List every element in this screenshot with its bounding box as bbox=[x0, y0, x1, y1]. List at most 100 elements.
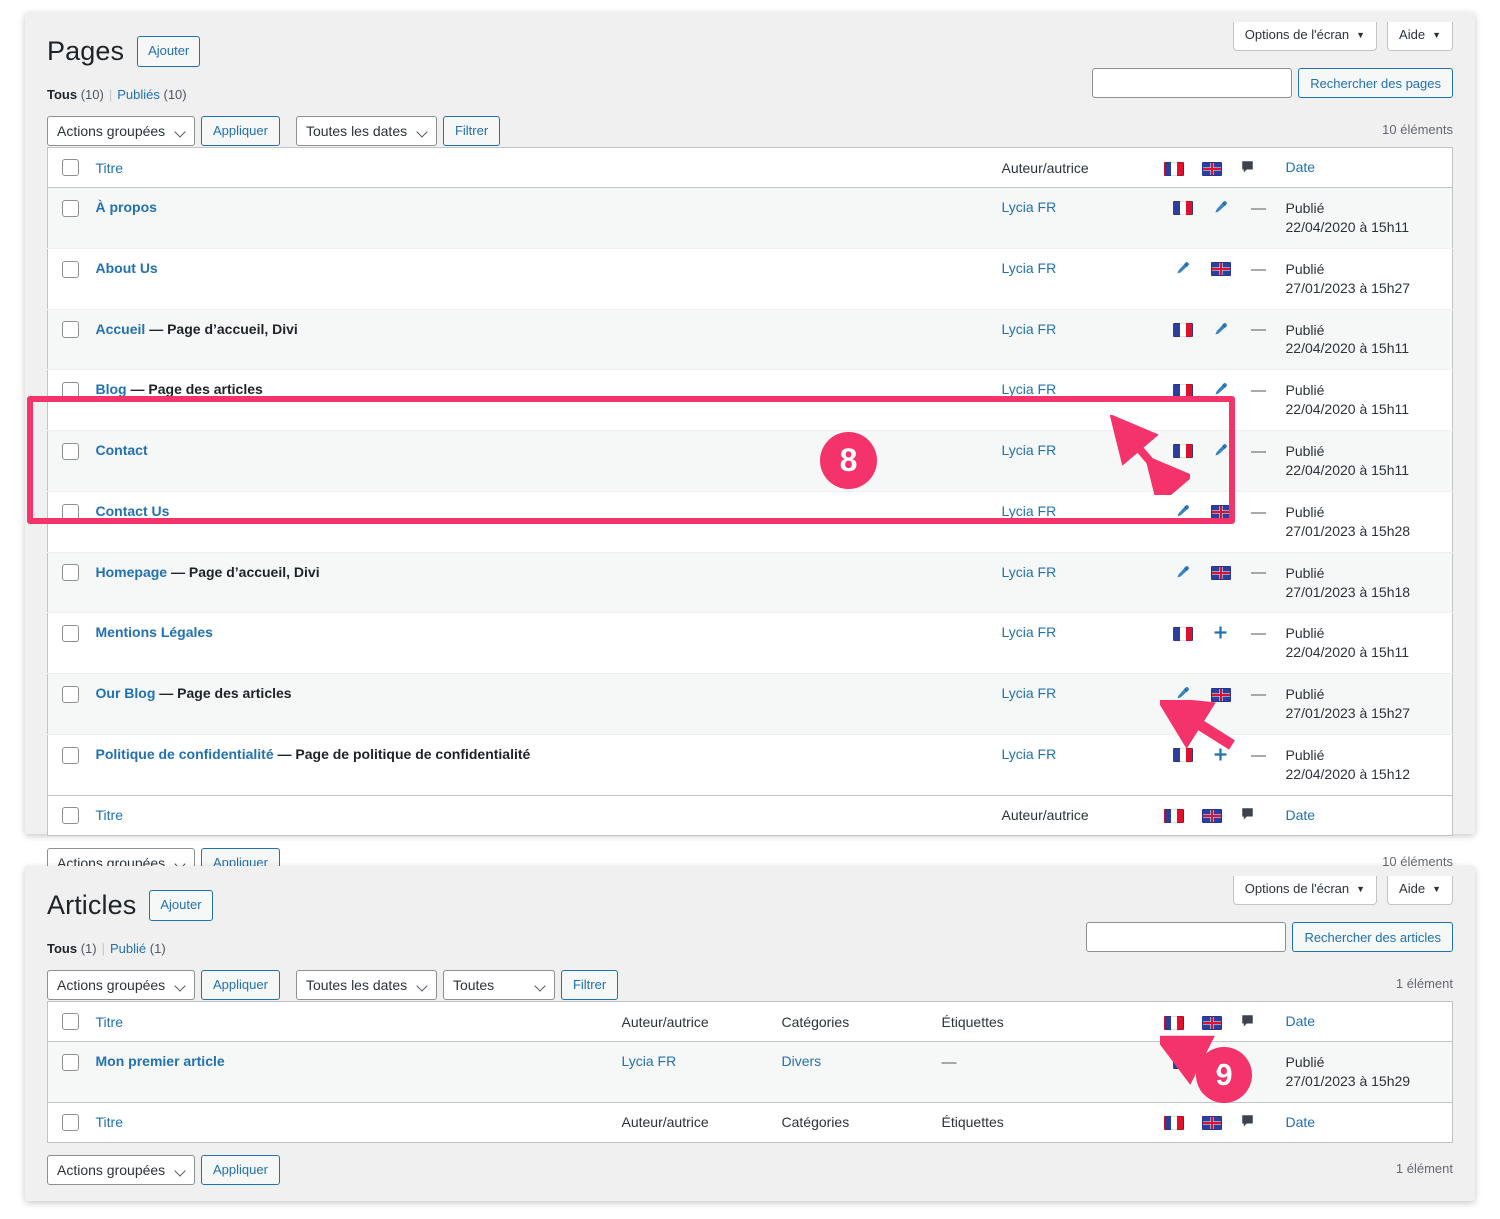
column-date-link-posts[interactable]: Date bbox=[1286, 1013, 1316, 1029]
row-title-link[interactable]: About Us bbox=[96, 260, 158, 276]
table-row: Contact Us Lycia FR — Publié 27/01/2023 à 15… bbox=[47, 490, 1453, 553]
row-title-link[interactable]: Mentions Légales bbox=[96, 624, 213, 640]
bulk-actions-select-bottom-posts[interactable]: Actions groupées bbox=[47, 1154, 195, 1185]
help-button-posts[interactable]: Aide ▼ bbox=[1387, 876, 1453, 905]
add-post-button[interactable]: Ajouter bbox=[149, 890, 213, 921]
column-title-link-posts[interactable]: Titre bbox=[96, 1014, 123, 1030]
row-title-link[interactable]: Contact Us bbox=[96, 503, 170, 519]
row-title-link[interactable]: Politique de confidentialité bbox=[96, 746, 274, 762]
add-page-button[interactable]: Ajouter bbox=[137, 36, 201, 67]
column-date-link-footer[interactable]: Date bbox=[1286, 807, 1316, 823]
filter-button-posts[interactable]: Filtrer bbox=[560, 970, 619, 1001]
select-all-checkbox-posts[interactable] bbox=[62, 1013, 79, 1031]
column-title-footer[interactable]: Titre bbox=[87, 794, 994, 836]
categories-filter-select[interactable]: Toutes bbox=[442, 970, 555, 1001]
row-comments-cell: — bbox=[1239, 247, 1278, 310]
row-title-link[interactable]: Accueil bbox=[96, 321, 146, 337]
row-lang-gb-cell bbox=[1201, 490, 1240, 553]
column-title-link[interactable]: Titre bbox=[96, 160, 123, 176]
view-all-label-posts[interactable]: Tous bbox=[47, 941, 77, 956]
column-date-link[interactable]: Date bbox=[1286, 159, 1316, 175]
row-author-link[interactable]: Lycia FR bbox=[1002, 624, 1057, 640]
column-title-link-footer[interactable]: Titre bbox=[96, 807, 123, 823]
row-title-link[interactable]: À propos bbox=[96, 199, 157, 215]
edit-pencil-icon[interactable] bbox=[1212, 199, 1229, 219]
row-author-link[interactable]: Lycia FR bbox=[1002, 381, 1057, 397]
select-all-checkbox[interactable] bbox=[62, 159, 79, 177]
row-checkbox[interactable] bbox=[62, 199, 79, 217]
row-checkbox[interactable] bbox=[62, 625, 79, 643]
apply-button-posts[interactable]: Appliquer bbox=[201, 970, 280, 1001]
view-published-label[interactable]: Publiés bbox=[117, 87, 160, 102]
edit-pencil-icon[interactable] bbox=[1174, 685, 1191, 705]
screen-options-button[interactable]: Options de l'écran ▼ bbox=[1232, 22, 1378, 51]
row-title-link[interactable]: Our Blog bbox=[96, 685, 156, 701]
row-author-link[interactable]: Lycia FR bbox=[1002, 746, 1057, 762]
column-title[interactable]: Titre bbox=[87, 147, 994, 188]
filter-button[interactable]: Filtrer bbox=[442, 116, 501, 147]
dates-filter-select-posts[interactable]: Toutes les dates bbox=[295, 970, 437, 1001]
select-all-checkbox-footer[interactable] bbox=[62, 807, 79, 825]
edit-pencil-icon[interactable] bbox=[1212, 321, 1229, 341]
bulk-actions-select[interactable]: Actions groupées bbox=[47, 116, 195, 147]
dates-filter-select[interactable]: Toutes les dates bbox=[295, 116, 437, 147]
help-button[interactable]: Aide ▼ bbox=[1387, 22, 1453, 51]
dates-filter-select-wrap-posts: Toutes les dates bbox=[295, 970, 437, 1001]
pages-table-foot: Titre Auteur/autrice Date bbox=[47, 794, 1453, 836]
row-category-link[interactable]: Divers bbox=[782, 1053, 822, 1069]
apply-button[interactable]: Appliquer bbox=[201, 116, 280, 147]
row-title-link[interactable]: Mon premier article bbox=[96, 1053, 225, 1069]
row-checkbox[interactable] bbox=[62, 746, 79, 764]
row-title-link[interactable]: Contact bbox=[96, 442, 148, 458]
row-lang-gb-cell bbox=[1201, 1040, 1240, 1103]
bulk-actions-select-posts[interactable]: Actions groupées bbox=[47, 970, 195, 1001]
view-published-label-posts[interactable]: Publié bbox=[110, 941, 146, 956]
row-checkbox[interactable] bbox=[62, 442, 79, 460]
column-date-link-footer-posts[interactable]: Date bbox=[1286, 1114, 1316, 1130]
row-date-cell: Publié 22/04/2020 à 15h12 bbox=[1277, 734, 1453, 796]
row-checkbox[interactable] bbox=[62, 321, 79, 339]
add-translation-plus-icon[interactable] bbox=[1212, 1053, 1229, 1073]
add-translation-plus-icon[interactable] bbox=[1212, 746, 1229, 766]
row-author-link[interactable]: Lycia FR bbox=[1002, 685, 1057, 701]
row-title-link[interactable]: Blog bbox=[96, 381, 127, 397]
row-date-cell: Publié 22/04/2020 à 15h11 bbox=[1277, 430, 1453, 492]
row-author-link[interactable]: Lycia FR bbox=[1002, 199, 1057, 215]
column-title-footer-posts[interactable]: Titre bbox=[87, 1101, 614, 1143]
row-checkbox[interactable] bbox=[62, 564, 79, 582]
select-all-checkbox-footer-posts[interactable] bbox=[62, 1114, 79, 1132]
search-input[interactable] bbox=[1092, 68, 1293, 98]
row-date-status: Publié bbox=[1285, 260, 1325, 277]
column-date[interactable]: Date bbox=[1277, 147, 1453, 188]
add-translation-plus-icon[interactable] bbox=[1212, 624, 1229, 644]
pages-panel: Options de l'écran ▼ Aide ▼ Pages Ajouter … bbox=[25, 12, 1475, 878]
edit-pencil-icon[interactable] bbox=[1174, 260, 1191, 280]
row-checkbox[interactable] bbox=[62, 686, 79, 704]
view-all-label[interactable]: Tous bbox=[47, 87, 77, 102]
column-title-link-footer-posts[interactable]: Titre bbox=[96, 1114, 123, 1130]
row-title-link[interactable]: Homepage bbox=[96, 564, 168, 580]
row-checkbox[interactable] bbox=[62, 260, 79, 278]
row-author-link[interactable]: Lycia FR bbox=[1002, 564, 1057, 580]
column-date-footer[interactable]: Date bbox=[1277, 794, 1453, 836]
row-author-link[interactable]: Lycia FR bbox=[1002, 442, 1057, 458]
row-author-link[interactable]: Lycia FR bbox=[1002, 503, 1057, 519]
row-checkbox[interactable] bbox=[62, 1053, 79, 1071]
search-posts-button[interactable]: Rechercher des articles bbox=[1292, 922, 1453, 952]
column-date-posts[interactable]: Date bbox=[1277, 1001, 1453, 1042]
screen-options-button-posts[interactable]: Options de l'écran ▼ bbox=[1232, 876, 1378, 905]
column-title-posts[interactable]: Titre bbox=[87, 1001, 614, 1042]
search-input-posts[interactable] bbox=[1086, 922, 1287, 952]
apply-button-bottom-posts[interactable]: Appliquer bbox=[201, 1154, 280, 1185]
row-checkbox[interactable] bbox=[62, 503, 79, 521]
edit-pencil-icon[interactable] bbox=[1212, 381, 1229, 401]
row-author-link[interactable]: Lycia FR bbox=[622, 1053, 677, 1069]
row-author-link[interactable]: Lycia FR bbox=[1002, 260, 1057, 276]
edit-pencil-icon[interactable] bbox=[1212, 442, 1229, 462]
search-pages-button[interactable]: Rechercher des pages bbox=[1298, 68, 1453, 98]
column-date-footer-posts[interactable]: Date bbox=[1277, 1101, 1453, 1143]
row-checkbox[interactable] bbox=[62, 382, 79, 400]
row-author-link[interactable]: Lycia FR bbox=[1002, 321, 1057, 337]
edit-pencil-icon[interactable] bbox=[1174, 564, 1191, 584]
edit-pencil-icon[interactable] bbox=[1174, 503, 1191, 523]
